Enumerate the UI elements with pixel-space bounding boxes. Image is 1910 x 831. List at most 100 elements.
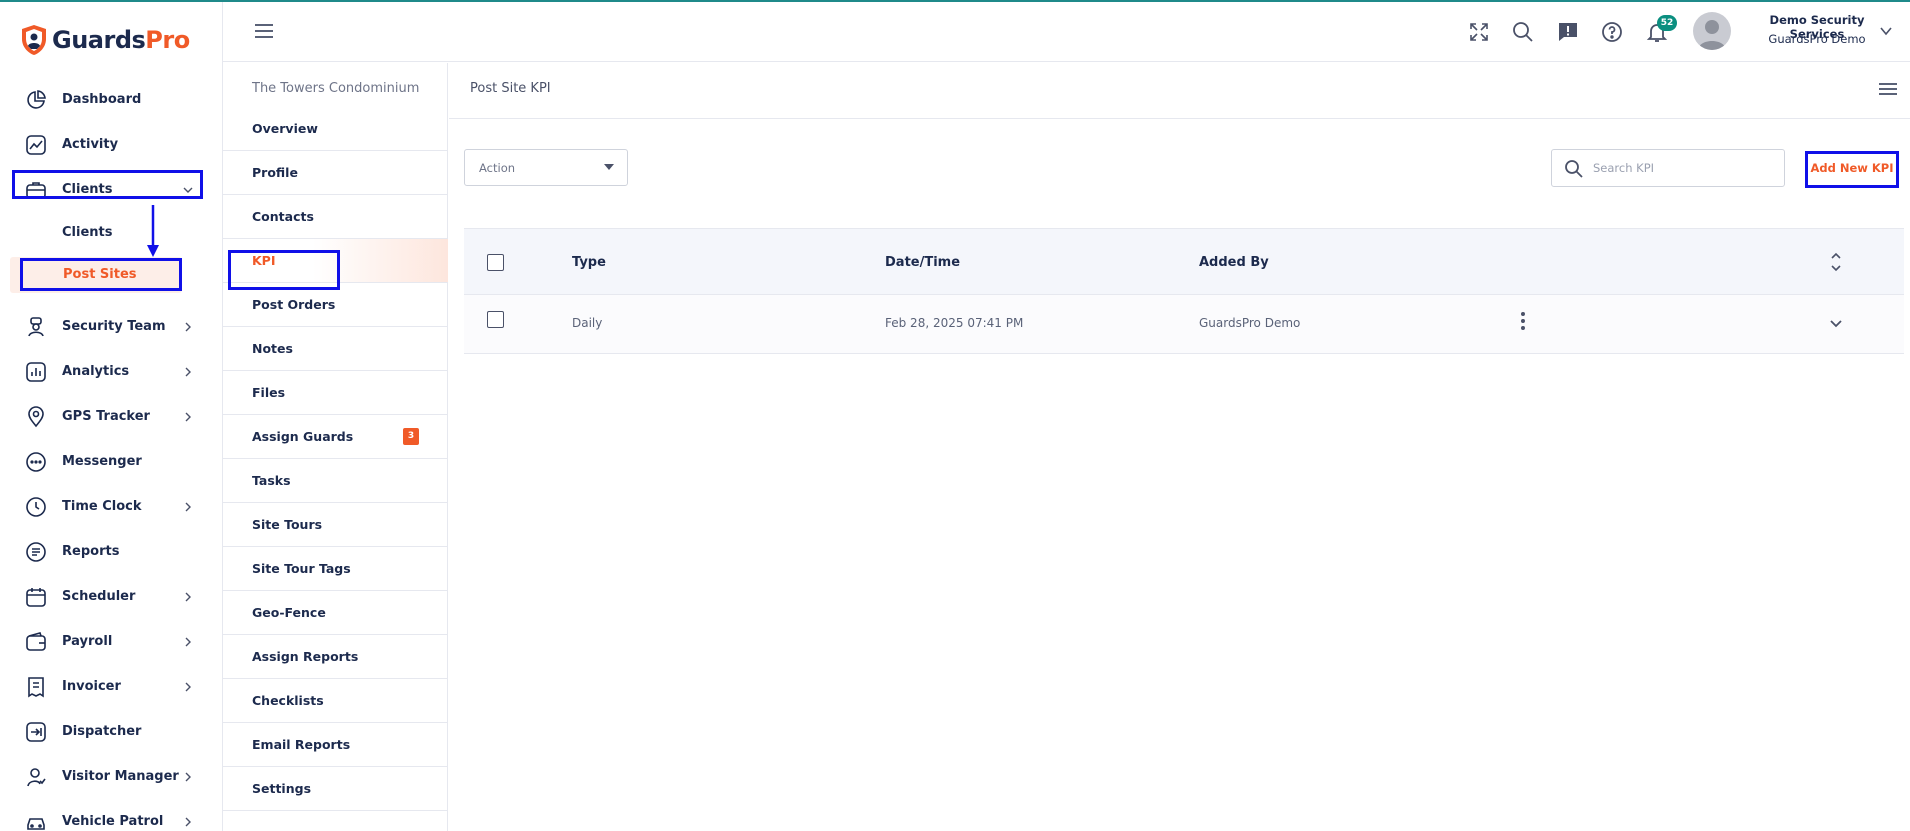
- car-icon: [25, 811, 47, 831]
- search-kpi-input[interactable]: [1593, 159, 1773, 177]
- sidebar-item-label: Scheduler: [62, 589, 136, 604]
- visitor-icon: [25, 766, 47, 788]
- sidebar-item-label: Reports: [62, 544, 120, 559]
- cell-added-by: GuardsPro Demo: [1199, 316, 1301, 330]
- sidebar-item-scheduler[interactable]: Scheduler: [0, 574, 223, 619]
- highlight-kpi: [228, 250, 340, 290]
- brand-logo[interactable]: GuardsPro: [20, 24, 190, 56]
- fullscreen-icon[interactable]: [1467, 20, 1491, 44]
- cell-type: Daily: [572, 316, 603, 330]
- chevron-right-icon: [185, 772, 191, 781]
- chevron-down-icon[interactable]: [1879, 24, 1893, 38]
- sidebar-item-vehicle-patrol[interactable]: Vehicle Patrol: [0, 799, 223, 831]
- subnav-item-overview[interactable]: Overview: [223, 107, 448, 151]
- row-more-options-icon[interactable]: [1521, 312, 1525, 330]
- sidebar-item-label: Activity: [62, 137, 119, 152]
- subnav-item-email-reports[interactable]: Email Reports: [223, 723, 448, 767]
- sidebar-item-label: Messenger: [62, 454, 142, 469]
- sidebar-item-label: Analytics: [62, 364, 130, 379]
- post-site-name: The Towers Condominium: [252, 81, 420, 96]
- column-header-type[interactable]: Type: [572, 255, 606, 270]
- brand-name: GuardsPro: [52, 26, 190, 54]
- search-icon[interactable]: [1511, 20, 1535, 44]
- select-all-checkbox[interactable]: [487, 254, 504, 271]
- sort-icon[interactable]: [1829, 251, 1843, 273]
- wallet-icon: [25, 631, 47, 653]
- column-header-added-by[interactable]: Added By: [1199, 255, 1269, 270]
- subnav-item-assign-reports[interactable]: Assign Reports: [223, 635, 448, 679]
- subnav-item-geo-fence[interactable]: Geo-Fence: [223, 591, 448, 635]
- chevron-right-icon: [185, 817, 191, 826]
- list-menu-icon[interactable]: [1879, 83, 1897, 97]
- subnav-item-label: Post Orders: [252, 297, 336, 312]
- feedback-icon[interactable]: [1556, 20, 1580, 44]
- avatar[interactable]: [1693, 12, 1731, 50]
- sidebar-item-label: Vehicle Patrol: [62, 814, 164, 829]
- user-org: GuardsPro Demo: [1768, 32, 1866, 46]
- sidebar-item-dispatcher[interactable]: Dispatcher: [0, 709, 223, 754]
- subnav-item-label: Assign Reports: [252, 649, 359, 664]
- sidebar-item-label: Dispatcher: [62, 724, 142, 739]
- subnav-item-checklists[interactable]: Checklists: [223, 679, 448, 723]
- sidebar-item-label: Dashboard: [62, 92, 142, 107]
- subnav-item-settings[interactable]: Settings: [223, 767, 448, 811]
- sidebar-item-reports[interactable]: Reports: [0, 529, 223, 574]
- sidebar-item-payroll[interactable]: Payroll: [0, 619, 223, 664]
- subnav-item-tasks[interactable]: Tasks: [223, 459, 448, 503]
- subnav-item-site-tour-tags[interactable]: Site Tour Tags: [223, 547, 448, 591]
- subnav-item-assign-guards[interactable]: Assign Guards 3: [223, 415, 448, 459]
- subnav-item-label: Overview: [252, 121, 318, 136]
- help-icon[interactable]: [1600, 20, 1624, 44]
- activity-icon: [25, 134, 47, 156]
- subnav-item-label: Email Reports: [252, 737, 351, 752]
- subnav-item-contacts[interactable]: Contacts: [223, 195, 448, 239]
- page-title: Post Site KPI: [470, 81, 551, 96]
- subnav-item-label: Notes: [252, 341, 293, 356]
- chevron-right-icon: [185, 592, 191, 601]
- cell-datetime: Feb 28, 2025 07:41 PM: [885, 316, 1024, 330]
- subnav-item-notes[interactable]: Notes: [223, 327, 448, 371]
- highlight-clients: [12, 170, 203, 199]
- sidebar-item-visitor-manager[interactable]: Visitor Manager: [0, 754, 223, 799]
- sidebar-item-analytics[interactable]: Analytics: [0, 349, 223, 394]
- highlight-post-sites: [20, 258, 182, 291]
- hamburger-menu-icon[interactable]: [255, 24, 273, 38]
- invoice-icon: [25, 676, 47, 698]
- sidebar-item-gps-tracker[interactable]: GPS Tracker: [0, 394, 223, 439]
- sidebar-item-label: Security Team: [62, 319, 166, 334]
- action-select[interactable]: Action: [464, 149, 628, 186]
- sidebar-item-invoicer[interactable]: Invoicer: [0, 664, 223, 709]
- sidebar-item-security-team[interactable]: Security Team: [0, 304, 223, 349]
- row-checkbox[interactable]: [487, 311, 504, 328]
- main-sidebar: GuardsPro Dashboard Activity Clients Cli…: [0, 2, 223, 831]
- subnav-item-profile[interactable]: Profile: [223, 151, 448, 195]
- main-title-bar: Post Site KPI: [449, 63, 1910, 119]
- calendar-icon: [25, 586, 47, 608]
- guard-icon: [25, 316, 47, 338]
- sidebar-item-messenger[interactable]: Messenger: [0, 439, 223, 484]
- sidebar-item-activity[interactable]: Activity: [0, 122, 223, 167]
- subnav-item-label: Site Tour Tags: [252, 561, 351, 576]
- annotation-arrow-icon: [147, 205, 159, 257]
- action-select-label: Action: [479, 161, 516, 175]
- dispatch-icon: [25, 721, 47, 743]
- notification-count-badge: 52: [1657, 15, 1677, 31]
- assign-guards-count-badge: 3: [403, 428, 419, 445]
- sidebar-item-dashboard[interactable]: Dashboard: [0, 77, 223, 122]
- location-pin-icon: [25, 405, 47, 428]
- chevron-down-icon[interactable]: [1829, 317, 1843, 331]
- table-row[interactable]: Daily Feb 28, 2025 07:41 PM GuardsPro De…: [464, 295, 1904, 354]
- sidebar-subitem-clients[interactable]: Clients: [62, 225, 112, 240]
- top-header: 52 Demo Security Services GuardsPro Demo: [223, 2, 1910, 62]
- subnav-item-site-tours[interactable]: Site Tours: [223, 503, 448, 547]
- sidebar-item-time-clock[interactable]: Time Clock: [0, 484, 223, 529]
- analytics-icon: [25, 361, 47, 383]
- subnav-item-label: Settings: [252, 781, 312, 796]
- column-header-datetime[interactable]: Date/Time: [885, 255, 960, 270]
- subnav-item-label: Tasks: [252, 473, 291, 488]
- subnav-item-files[interactable]: Files: [223, 371, 448, 415]
- highlight-add-new-kpi: [1805, 151, 1899, 188]
- sidebar-item-label: Time Clock: [62, 499, 142, 514]
- chevron-right-icon: [185, 502, 191, 511]
- sidebar-item-label: Visitor Manager: [62, 769, 179, 784]
